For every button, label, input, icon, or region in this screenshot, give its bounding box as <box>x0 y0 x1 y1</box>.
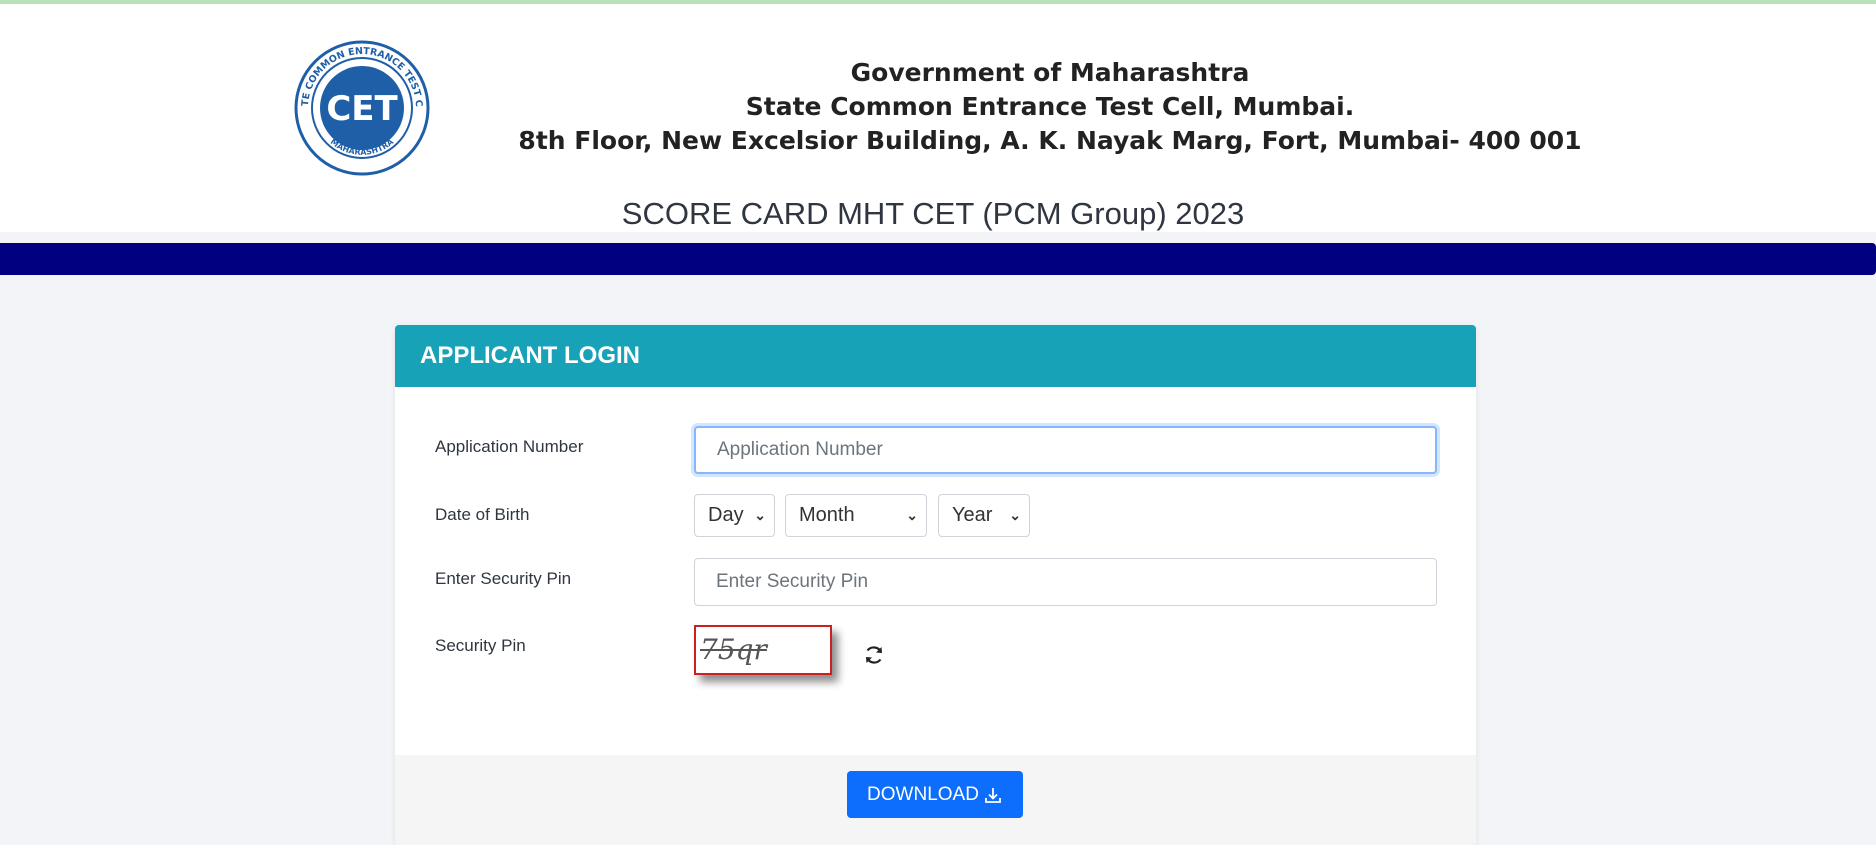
captcha-image: 75qr <box>694 625 832 675</box>
dob-day-select[interactable]: Day ⌄ <box>694 494 775 537</box>
card-footer: DOWNLOAD <box>395 755 1476 845</box>
page-title: SCORE CARD MHT CET (PCM Group) 2023 <box>0 196 1876 232</box>
chevron-down-icon: ⌄ <box>906 507 918 523</box>
score-card-title: SCORE CARD MHT CET (PCM Group) 2023 <box>621 196 1245 231</box>
refresh-icon[interactable] <box>862 643 886 667</box>
cet-logo: CET STATE COMMON ENTRANCE TEST CELL MAHA… <box>294 38 430 176</box>
dob-month-value: Month <box>799 504 855 526</box>
download-button-label: DOWNLOAD <box>867 783 979 805</box>
card-header: APPLICANT LOGIN <box>395 325 1476 387</box>
application-number-input[interactable] <box>694 426 1437 474</box>
chevron-down-icon: ⌄ <box>754 507 766 523</box>
dob-month-select[interactable]: Month ⌄ <box>785 494 927 537</box>
security-pin-label: Security Pin <box>435 636 526 655</box>
nav-bar <box>0 243 1876 275</box>
dob-year-select[interactable]: Year ⌄ <box>938 494 1030 537</box>
login-card: APPLICANT LOGIN Application Number Date … <box>395 325 1476 845</box>
dob-year-value: Year <box>952 504 993 526</box>
security-pin-input[interactable] <box>694 558 1437 606</box>
download-icon <box>985 787 1001 803</box>
organization-info: Government of Maharashtra State Common E… <box>500 56 1600 158</box>
org-line-government: Government of Maharashtra <box>850 58 1250 87</box>
download-button[interactable]: DOWNLOAD <box>847 771 1023 818</box>
org-line-address: 8th Floor, New Excelsior Building, A. K.… <box>518 126 1582 155</box>
chevron-down-icon: ⌄ <box>1009 507 1021 523</box>
application-number-label: Application Number <box>435 437 584 456</box>
dob-label: Date of Birth <box>435 505 530 524</box>
org-line-cell: State Common Entrance Test Cell, Mumbai. <box>745 92 1355 121</box>
dob-day-value: Day <box>708 504 744 526</box>
logo-text: CET <box>326 89 398 129</box>
enter-security-pin-label: Enter Security Pin <box>435 569 572 588</box>
